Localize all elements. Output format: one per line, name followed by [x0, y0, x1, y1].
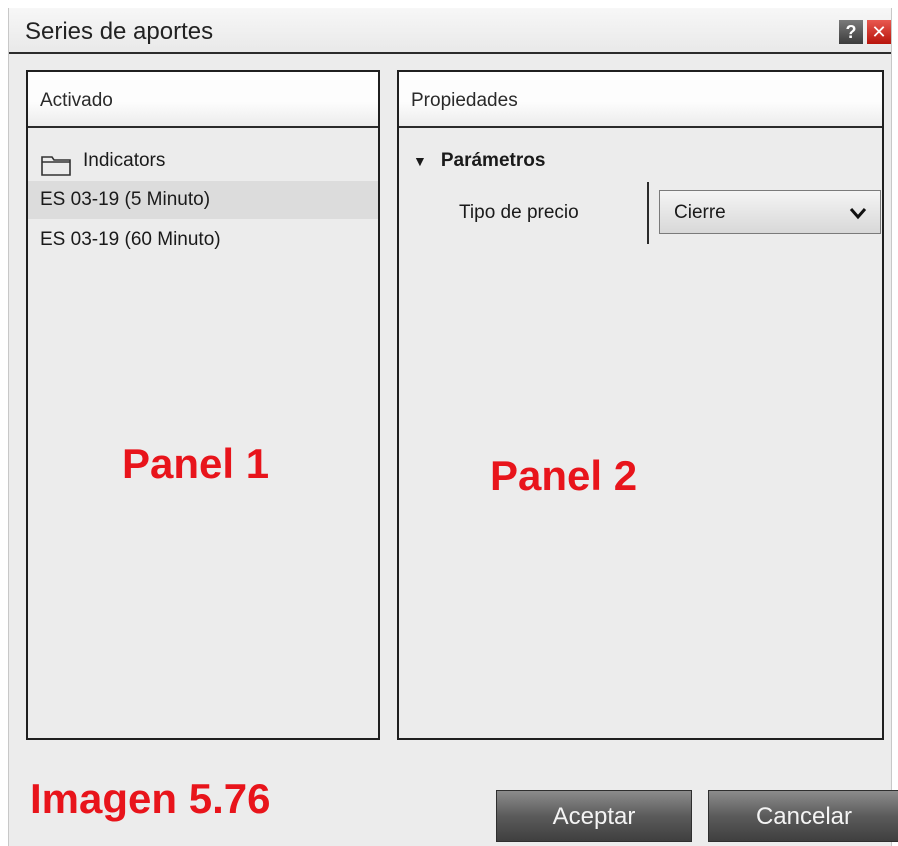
tree-item-label: ES 03-19 (5 Minuto): [40, 189, 211, 210]
triangle-down-icon: ▼: [413, 153, 427, 169]
tree-item-series[interactable]: ES 03-19 (60 Minuto): [28, 221, 378, 259]
panel-activated: Activado Indicators ES 03-19 (5 Minuto) …: [26, 70, 380, 740]
parameters-section-title: Parámetros: [440, 150, 546, 171]
parameters-section-toggle[interactable]: ▼ Parámetros: [413, 150, 545, 172]
panel-activated-title: Activado: [40, 90, 113, 111]
panel-properties: Propiedades ▼ Parámetros Tipo de precio C…: [397, 70, 884, 740]
accept-button[interactable]: Aceptar: [496, 790, 692, 842]
image-caption: Imagen 5.76: [30, 775, 271, 822]
folder-icon: [41, 156, 71, 176]
help-icon[interactable]: ?: [839, 20, 863, 44]
dialog-window: Series de aportes ? ✕ Activado Indicator…: [8, 8, 898, 846]
tree-folder-label: Indicators: [83, 150, 166, 171]
tree-item-series[interactable]: ES 03-19 (5 Minuto): [28, 181, 378, 219]
property-divider: [647, 182, 649, 244]
panel-properties-header: Propiedades: [399, 72, 882, 128]
panel-2-annotation: Panel 2: [490, 452, 638, 499]
close-icon[interactable]: ✕: [867, 20, 891, 44]
chevron-down-icon: [849, 208, 867, 220]
price-type-select[interactable]: Cierre: [659, 190, 881, 234]
cancel-button[interactable]: Cancelar: [708, 790, 898, 842]
price-type-value: Cierre: [674, 202, 726, 223]
price-type-label: Tipo de precio: [459, 202, 579, 223]
window-title: Series de aportes: [25, 18, 214, 45]
panel-1-annotation: Panel 1: [122, 440, 270, 487]
title-bar: Series de aportes ? ✕: [9, 8, 891, 54]
tree-folder-indicators[interactable]: Indicators: [28, 142, 378, 180]
panel-activated-header: Activado: [28, 72, 378, 128]
panel-properties-title: Propiedades: [411, 90, 518, 111]
tree-item-label: ES 03-19 (60 Minuto): [40, 229, 221, 250]
